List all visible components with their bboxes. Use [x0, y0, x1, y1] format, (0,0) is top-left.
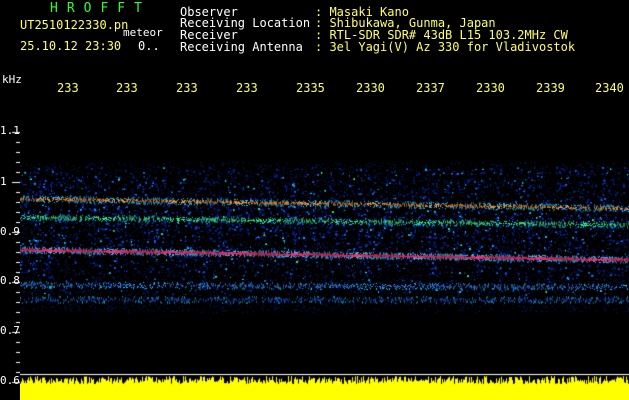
time-tick: 2340 [595, 81, 624, 95]
time-tick: 2337 [416, 81, 445, 95]
khz-unit-label: kHz [2, 73, 22, 86]
meteor-count: 0.. [138, 39, 160, 53]
time-tick: 2339 [536, 81, 565, 95]
time-tick: 233 [116, 81, 138, 95]
time-tick: 233 [176, 81, 198, 95]
antenna-label: Receiving Antenna [180, 40, 303, 54]
app-brand: HROFFT [50, 1, 151, 16]
filename-label: UT2510122330.pn [20, 18, 129, 32]
time-tick: 2330 [356, 81, 385, 95]
time-tick: 2335 [296, 81, 325, 95]
antenna-value: : 3el Yagi(V) Az 330 for Vladivostok [315, 40, 576, 54]
freq-scale-ticks [0, 98, 20, 400]
time-tick: 233 [57, 81, 79, 95]
time-tick: 233 [236, 81, 258, 95]
timestamp-label: 25.10.12 23:30 [20, 39, 122, 53]
time-tick: 2330 [476, 81, 505, 95]
spectrogram-canvas [20, 98, 629, 400]
meteor-label: meteor [123, 26, 163, 39]
